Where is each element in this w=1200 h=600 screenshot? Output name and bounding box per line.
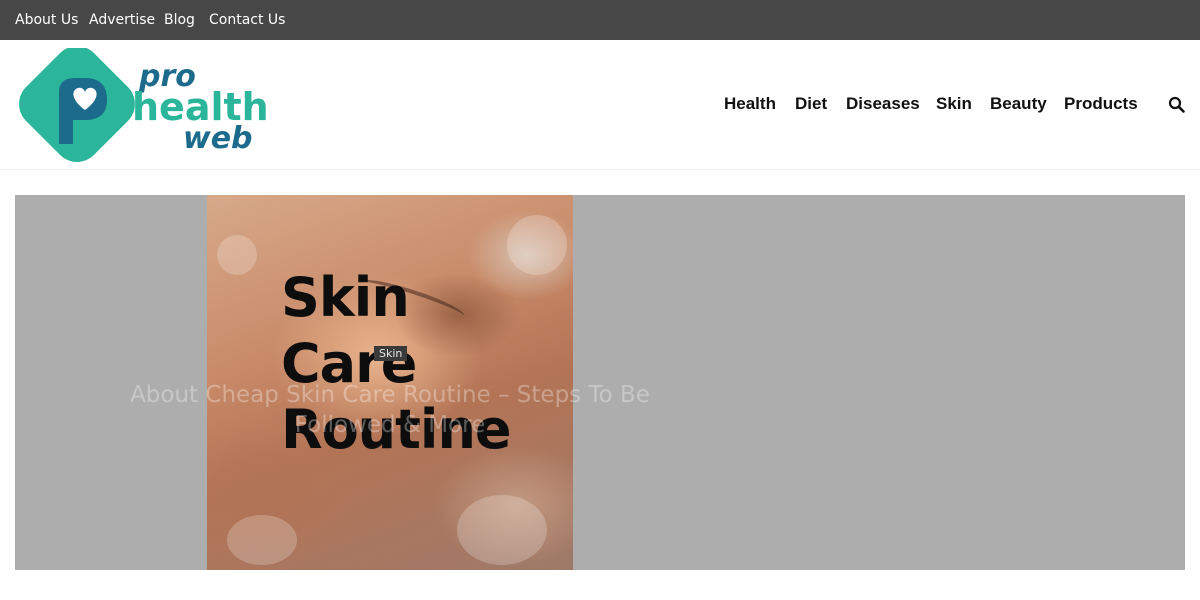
nav-item-diet[interactable]: Diet xyxy=(795,94,827,114)
search-icon xyxy=(1168,96,1185,113)
topbar-link-blog[interactable]: Blog xyxy=(164,12,195,28)
nav-item-diseases[interactable]: Diseases xyxy=(846,94,920,114)
logo-mark-icon: pro health web xyxy=(19,46,269,162)
site-header: pro health web Health Diet Diseases Skin… xyxy=(0,40,1200,170)
topbar-link-about-us[interactable]: About Us xyxy=(15,12,78,28)
bokeh-light xyxy=(457,495,547,565)
featured-post-main[interactable]: Skin Care Routine Skin About Cheap Skin … xyxy=(15,195,765,570)
bokeh-light xyxy=(507,215,567,275)
topbar-link-contact-us[interactable]: Contact Us xyxy=(209,12,285,28)
bokeh-light xyxy=(217,235,257,275)
nav-item-beauty[interactable]: Beauty xyxy=(990,94,1047,114)
featured-post-secondary[interactable] xyxy=(765,195,1185,570)
bokeh-light xyxy=(227,515,297,565)
svg-text:web: web xyxy=(183,121,253,156)
search-button[interactable] xyxy=(1168,96,1186,114)
featured-post-title[interactable]: About Cheap Skin Care Routine – Steps To… xyxy=(105,380,675,440)
nav-item-skin[interactable]: Skin xyxy=(936,94,972,114)
site-logo[interactable]: pro health web xyxy=(15,46,269,162)
image-text-line: Skin xyxy=(281,266,410,329)
nav-item-health[interactable]: Health xyxy=(724,94,776,114)
nav-item-products[interactable]: Products xyxy=(1064,94,1138,114)
category-badge[interactable]: Skin xyxy=(374,346,408,361)
top-utility-bar: About Us Advertise Blog Contact Us xyxy=(0,0,1200,40)
topbar-link-advertise[interactable]: Advertise xyxy=(89,12,155,28)
